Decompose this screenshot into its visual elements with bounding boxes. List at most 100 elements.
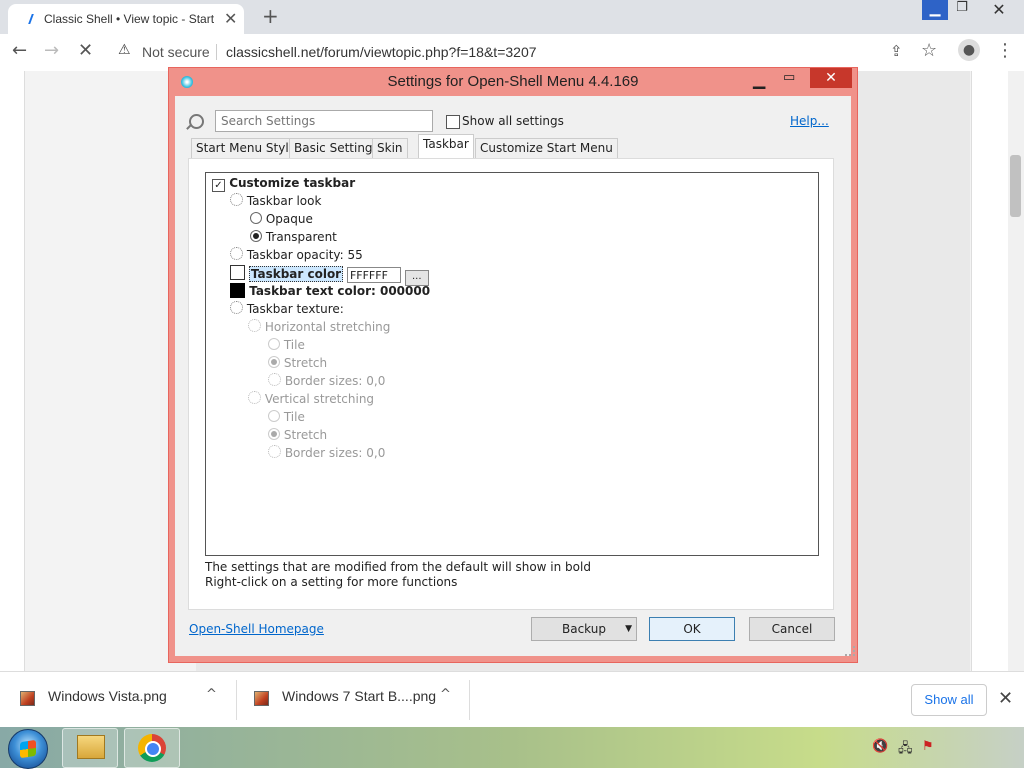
- taskbar-file-explorer[interactable]: [62, 728, 118, 768]
- dialog-titlebar[interactable]: Settings for Open-Shell Menu 4.4.169 ▁ ▭…: [169, 68, 857, 96]
- cancel-button[interactable]: Cancel: [749, 617, 835, 641]
- v-stretch-option[interactable]: Stretch: [268, 427, 327, 443]
- download-separator: [236, 680, 237, 720]
- tab-start-menu-style[interactable]: Start Menu Style: [191, 138, 302, 159]
- backup-label: Backup: [562, 622, 606, 636]
- tab-title: Classic Shell • View topic - Start: [44, 12, 215, 26]
- customize-taskbar-checkbox[interactable]: ✓: [212, 179, 225, 192]
- horizontal-stretching-label: Horizontal stretching: [264, 320, 391, 334]
- image-file-icon: [20, 691, 35, 706]
- taskbar-look-label: Taskbar look: [246, 194, 322, 208]
- tab-taskbar[interactable]: Taskbar: [418, 134, 474, 159]
- warning-icon[interactable]: ⚠: [118, 42, 131, 58]
- help-link[interactable]: Help...: [790, 114, 829, 128]
- close-download-bar-icon[interactable]: ✕: [998, 688, 1013, 709]
- dropdown-arrow-icon: ▼: [625, 624, 632, 634]
- ok-button[interactable]: OK: [649, 617, 735, 641]
- chevron-up-icon[interactable]: ^: [440, 687, 451, 702]
- v-tile-option[interactable]: Tile: [268, 409, 305, 425]
- taskbar-texture-row[interactable]: Taskbar texture:: [230, 301, 344, 317]
- url-text[interactable]: classicshell.net/forum/viewtopic.php?f=1…: [226, 44, 537, 60]
- image-file-icon: [254, 691, 269, 706]
- h-tile-radio[interactable]: [268, 338, 280, 350]
- download-item-2[interactable]: Windows 7 Start B....png: [282, 688, 436, 704]
- profile-avatar-icon[interactable]: ●: [958, 39, 980, 61]
- transparent-option[interactable]: Transparent: [250, 229, 337, 245]
- taskbar-color-label: Taskbar color: [248, 266, 344, 282]
- menu-icon[interactable]: ⋮: [996, 40, 1014, 61]
- search-settings-input[interactable]: [215, 110, 433, 132]
- dialog-close-button[interactable]: ✕: [810, 68, 852, 88]
- chevron-up-icon[interactable]: ^: [206, 687, 217, 702]
- taskbar-text-color-row[interactable]: Taskbar text color: 000000: [230, 283, 430, 299]
- text-color-swatch: [230, 283, 245, 298]
- tab-customize-start-menu[interactable]: Customize Start Menu: [475, 138, 618, 159]
- forward-icon[interactable]: →: [44, 40, 59, 61]
- v-border-row[interactable]: Border sizes: 0,0: [268, 445, 385, 461]
- download-item-1[interactable]: Windows Vista.png: [48, 688, 167, 704]
- v-stretch-radio[interactable]: [268, 428, 280, 440]
- download-separator: [469, 680, 470, 720]
- show-all-settings-checkbox[interactable]: [446, 115, 460, 129]
- h-stretch-radio[interactable]: [268, 356, 280, 368]
- stop-loading-icon[interactable]: ✕: [78, 40, 93, 61]
- browser-tab[interactable]: Classic Shell • View topic - Start ✕: [8, 4, 244, 34]
- homepage-link[interactable]: Open-Shell Homepage: [189, 622, 324, 636]
- bold-settings-hint: The settings that are modified from the …: [205, 560, 591, 574]
- setting-gear-icon: [230, 247, 243, 260]
- setting-gear-icon: [248, 319, 261, 332]
- page-scrollbar[interactable]: [1008, 71, 1024, 671]
- h-stretch-label: Stretch: [283, 356, 328, 370]
- start-button[interactable]: [8, 729, 48, 769]
- v-border-label: Border sizes: 0,0: [284, 446, 386, 460]
- vertical-stretching-row[interactable]: Vertical stretching: [248, 391, 374, 407]
- h-border-row[interactable]: Border sizes: 0,0: [268, 373, 385, 389]
- h-tile-option[interactable]: Tile: [268, 337, 305, 353]
- bookmark-star-icon[interactable]: ☆: [921, 40, 937, 61]
- address-bar[interactable]: ⚠ Not secure classicshell.net/forum/view…: [106, 38, 872, 66]
- setting-gear-icon: [248, 391, 261, 404]
- dialog-maximize-button[interactable]: ▭: [783, 70, 795, 85]
- volume-muted-icon[interactable]: 🔇: [872, 739, 888, 754]
- tab-skin[interactable]: Skin: [372, 138, 408, 159]
- opaque-option[interactable]: Opaque: [250, 211, 313, 227]
- window-restore-button[interactable]: ❐: [952, 0, 972, 20]
- settings-tree[interactable]: ✓ Customize taskbar Taskbar look Opaque …: [205, 172, 819, 556]
- taskbar-texture-label: Taskbar texture:: [246, 302, 344, 316]
- opaque-radio[interactable]: [250, 212, 262, 224]
- taskbar-look-row[interactable]: Taskbar look: [230, 193, 321, 209]
- v-tile-radio[interactable]: [268, 410, 280, 422]
- h-tile-label: Tile: [283, 338, 305, 352]
- opaque-label: Opaque: [265, 212, 313, 226]
- scrollbar-thumb[interactable]: [1010, 155, 1021, 217]
- window-minimize-button[interactable]: ▁: [922, 0, 948, 20]
- customize-taskbar-label: Customize taskbar: [229, 176, 356, 190]
- back-icon[interactable]: ←: [12, 40, 27, 61]
- taskbar-color-input[interactable]: FFFFFF: [346, 267, 401, 283]
- horizontal-stretching-row[interactable]: Horizontal stretching: [248, 319, 390, 335]
- tab-basic-settings[interactable]: Basic Settings: [289, 138, 384, 159]
- tab-close-icon[interactable]: ✕: [224, 9, 237, 28]
- setting-gear-icon: [230, 193, 243, 206]
- setting-gear-icon: [268, 445, 281, 458]
- action-center-icon[interactable]: ⚑: [922, 739, 934, 754]
- taskbar-opacity-row[interactable]: Taskbar opacity: 55: [230, 247, 363, 263]
- backup-button[interactable]: Backup ▼: [531, 617, 637, 641]
- show-all-settings-label[interactable]: Show all settings: [462, 114, 564, 128]
- download-bar: Windows Vista.png ^ Windows 7 Start B...…: [0, 671, 1024, 728]
- transparent-radio[interactable]: [250, 230, 262, 242]
- security-label[interactable]: Not secure: [142, 44, 210, 60]
- share-icon[interactable]: ⇪: [890, 42, 903, 60]
- network-icon[interactable]: 🖧: [898, 739, 913, 761]
- new-tab-button[interactable]: +: [262, 4, 279, 28]
- taskbar-chrome[interactable]: [124, 728, 180, 768]
- show-all-downloads-button[interactable]: Show all: [911, 684, 987, 716]
- windows-logo-icon: [20, 739, 36, 759]
- resize-grip[interactable]: [845, 646, 855, 656]
- window-close-button[interactable]: ✕: [984, 0, 1014, 20]
- customize-taskbar-row[interactable]: ✓ Customize taskbar: [212, 175, 355, 192]
- dialog-minimize-button[interactable]: ▁: [753, 70, 765, 89]
- setting-gear-icon: [268, 373, 281, 386]
- h-stretch-option[interactable]: Stretch: [268, 355, 327, 371]
- right-click-hint: Right-click on a setting for more functi…: [205, 575, 458, 589]
